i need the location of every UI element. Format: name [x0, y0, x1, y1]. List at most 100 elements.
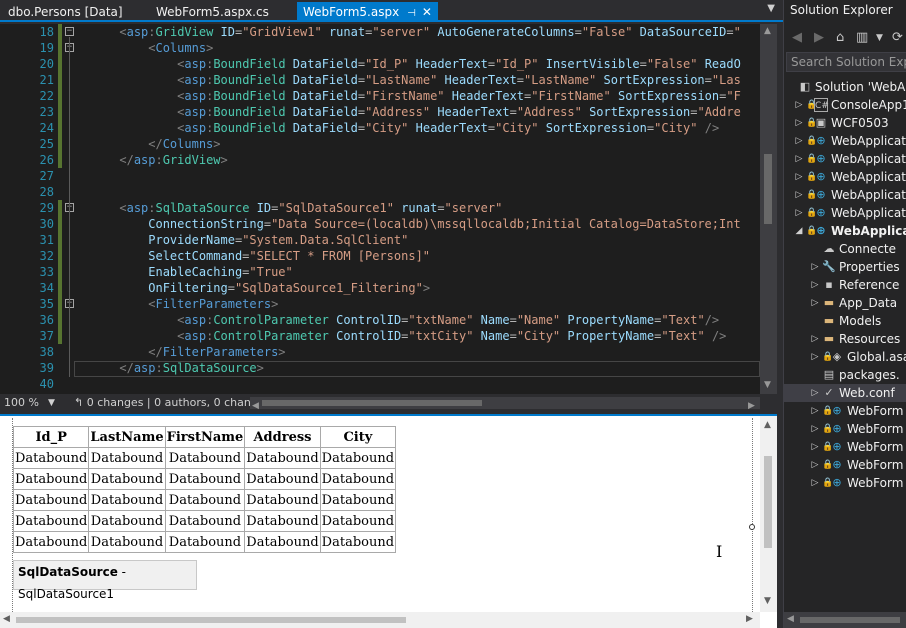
- sqldatasource-control[interactable]: SqlDataSource - SqlDataSource1: [13, 560, 197, 601]
- tab-persons-data[interactable]: dbo.Persons [Data]: [2, 2, 129, 22]
- tree-item[interactable]: ▷ 🔒 ⊕ WebForm: [784, 474, 906, 492]
- expand-arrow-icon[interactable]: ▷: [810, 348, 820, 366]
- tree-item[interactable]: ◢🔒⊕ WebApplicati: [784, 222, 906, 240]
- tree-item[interactable]: ▷ 🔒 ⊕ WebForm: [784, 456, 906, 474]
- tree-item[interactable]: ▷ 🔒 ⊕ WebApplicati: [784, 186, 906, 204]
- tree-item[interactable]: ▷ ▬ App_Data: [784, 294, 906, 312]
- explorer-horizontal-scrollbar[interactable]: ◀: [784, 612, 906, 628]
- expand-arrow-icon[interactable]: ▷: [794, 96, 804, 114]
- scrollbar-thumb[interactable]: [764, 456, 772, 548]
- editor-vertical-scrollbar[interactable]: ▲ ▼: [760, 24, 777, 394]
- sync-icon[interactable]: ▥: [856, 30, 868, 45]
- scroll-left-icon[interactable]: ◀: [787, 614, 794, 624]
- chevron-down-icon[interactable]: ▼: [48, 394, 55, 412]
- tree-item[interactable]: ▤ packages.: [784, 366, 906, 384]
- chevron-down-icon[interactable]: ▼: [767, 3, 775, 14]
- scrollbar-thumb[interactable]: [764, 154, 772, 224]
- code-line[interactable]: 24 <asp:BoundField DataField="City" Head…: [0, 120, 760, 136]
- collapse-arrow-icon[interactable]: ◢: [794, 222, 804, 240]
- code-line[interactable]: 32 SelectCommand="SELECT * FROM [Persons…: [0, 248, 760, 264]
- code-line[interactable]: 29− <asp:SqlDataSource ID="SqlDataSource…: [0, 200, 760, 216]
- search-input[interactable]: Search Solution Explor: [786, 52, 906, 72]
- design-vertical-scrollbar[interactable]: ▲ ▼: [760, 416, 777, 612]
- expand-arrow-icon[interactable]: ▷: [810, 456, 820, 474]
- code-line[interactable]: 31 ProviderName="System.Data.SqlClient": [0, 232, 760, 248]
- tab-webform5-cs[interactable]: WebForm5.aspx.cs: [150, 2, 275, 22]
- expand-arrow-icon[interactable]: ▷: [794, 168, 804, 186]
- code-line[interactable]: 40: [0, 376, 760, 392]
- collapse-icon[interactable]: −: [65, 27, 74, 36]
- resize-handle[interactable]: [749, 524, 755, 530]
- tree-item[interactable]: ▷ 🔒 ⊕ WebForm: [784, 438, 906, 456]
- code-line[interactable]: 35− <FilterParameters>: [0, 296, 760, 312]
- code-line[interactable]: 37 <asp:ControlParameter ControlID="txtC…: [0, 328, 760, 344]
- expand-arrow-icon[interactable]: ▷: [810, 276, 820, 294]
- tree-item[interactable]: ▷ ▬ Resources: [784, 330, 906, 348]
- expand-arrow-icon[interactable]: ▷: [794, 204, 804, 222]
- tree-item[interactable]: ▷ 🔒 ⊕ WebApplicati: [784, 204, 906, 222]
- code-line[interactable]: 21 <asp:BoundField DataField="LastName" …: [0, 72, 760, 88]
- code-line[interactable]: 23 <asp:BoundField DataField="Address" H…: [0, 104, 760, 120]
- tree-item[interactable]: ▷ 🔒 ⊕ WebApplicati: [784, 132, 906, 150]
- zoom-level[interactable]: 100 %: [4, 394, 39, 412]
- scroll-left-icon[interactable]: ◀: [3, 614, 10, 624]
- code-editor[interactable]: 18− <asp:GridView ID="GridView1" runat="…: [0, 24, 760, 394]
- tree-item[interactable]: ☁ Connecte: [784, 240, 906, 258]
- expand-arrow-icon[interactable]: ▷: [810, 258, 820, 276]
- tree-item[interactable]: ▷ 🔒 ⊕ WebApplicati: [784, 150, 906, 168]
- scroll-right-icon[interactable]: ▶: [746, 614, 753, 624]
- split-divider[interactable]: [0, 414, 777, 416]
- scroll-up-icon[interactable]: ▲: [764, 420, 771, 430]
- gridview-preview[interactable]: Id_P LastName FirstName Address City Databou…: [12, 426, 397, 553]
- expand-arrow-icon[interactable]: ▷: [794, 186, 804, 204]
- code-line[interactable]: 28: [0, 184, 760, 200]
- expand-arrow-icon[interactable]: ▷: [794, 150, 804, 168]
- code-line[interactable]: 33 EnableCaching="True": [0, 264, 760, 280]
- scroll-right-icon[interactable]: ▶: [748, 397, 755, 415]
- code-line[interactable]: 20 <asp:BoundField DataField="Id_P" Head…: [0, 56, 760, 72]
- code-line[interactable]: 34 OnFiltering="SqlDataSource1_Filtering…: [0, 280, 760, 296]
- scroll-down-icon[interactable]: ▼: [764, 596, 771, 606]
- pending-changes-icon[interactable]: ⟳: [892, 30, 903, 45]
- expand-arrow-icon[interactable]: ▷: [794, 114, 804, 132]
- chevron-down-icon[interactable]: ▼: [876, 33, 883, 43]
- codelens-changes[interactable]: ↰ 0 changes | 0 authors, 0 changes: [74, 394, 270, 412]
- design-horizontal-scrollbar[interactable]: ◀ ▶: [0, 612, 760, 628]
- scrollbar-thumb[interactable]: [800, 617, 900, 623]
- scroll-left-icon[interactable]: ◀: [252, 397, 259, 415]
- tree-item[interactable]: ▷ 🔒 ◈ Global.asa: [784, 348, 906, 366]
- code-line[interactable]: 27: [0, 168, 760, 184]
- expand-arrow-icon[interactable]: ▷: [810, 330, 820, 348]
- tree-item[interactable]: ▷ 🔒 ⊕ WebForm: [784, 420, 906, 438]
- tree-item[interactable]: ▷ 🔒 C# ConsoleApp1: [784, 96, 906, 114]
- code-line[interactable]: 22 <asp:BoundField DataField="FirstName"…: [0, 88, 760, 104]
- tree-item[interactable]: ▷ ▪ Reference: [784, 276, 906, 294]
- pin-icon[interactable]: ⊣: [407, 8, 416, 19]
- tree-item[interactable]: ▬ Models: [784, 312, 906, 330]
- tab-webform5-aspx[interactable]: WebForm5.aspx ⊣ ✕: [297, 2, 438, 22]
- expand-arrow-icon[interactable]: ▷: [810, 402, 820, 420]
- tree-item[interactable]: ◧ Solution 'WebAp: [784, 78, 906, 96]
- home-icon[interactable]: ⌂: [836, 30, 844, 45]
- back-icon[interactable]: ◀: [792, 30, 802, 45]
- scroll-up-icon[interactable]: ▲: [764, 26, 771, 36]
- expand-arrow-icon[interactable]: ▷: [810, 438, 820, 456]
- code-line[interactable]: 19− <Columns>: [0, 40, 760, 56]
- design-view[interactable]: Id_P LastName FirstName Address City Databou…: [0, 414, 777, 628]
- expand-arrow-icon[interactable]: ▷: [810, 420, 820, 438]
- code-line[interactable]: 18− <asp:GridView ID="GridView1" runat="…: [0, 24, 760, 40]
- scrollbar-thumb[interactable]: [262, 400, 482, 406]
- editor-horizontal-scrollbar[interactable]: ◀ ▶: [250, 397, 760, 411]
- expand-arrow-icon[interactable]: ▷: [810, 474, 820, 492]
- tree-item[interactable]: ▷ ✓ Web.conf: [784, 384, 906, 402]
- code-line[interactable]: 26 </asp:GridView>: [0, 152, 760, 168]
- expand-arrow-icon[interactable]: ▷: [810, 384, 820, 402]
- code-line[interactable]: 25 </Columns>: [0, 136, 760, 152]
- expand-arrow-icon[interactable]: ▷: [794, 132, 804, 150]
- tree-item[interactable]: ▷ 🔒 ⊕ WebApplicati: [784, 168, 906, 186]
- scroll-down-icon[interactable]: ▼: [764, 380, 771, 390]
- code-line[interactable]: 38 </FilterParameters>: [0, 344, 760, 360]
- code-line[interactable]: 30 ConnectionString="Data Source=(locald…: [0, 216, 760, 232]
- forward-icon[interactable]: ▶: [814, 30, 824, 45]
- scrollbar-thumb[interactable]: [16, 617, 406, 623]
